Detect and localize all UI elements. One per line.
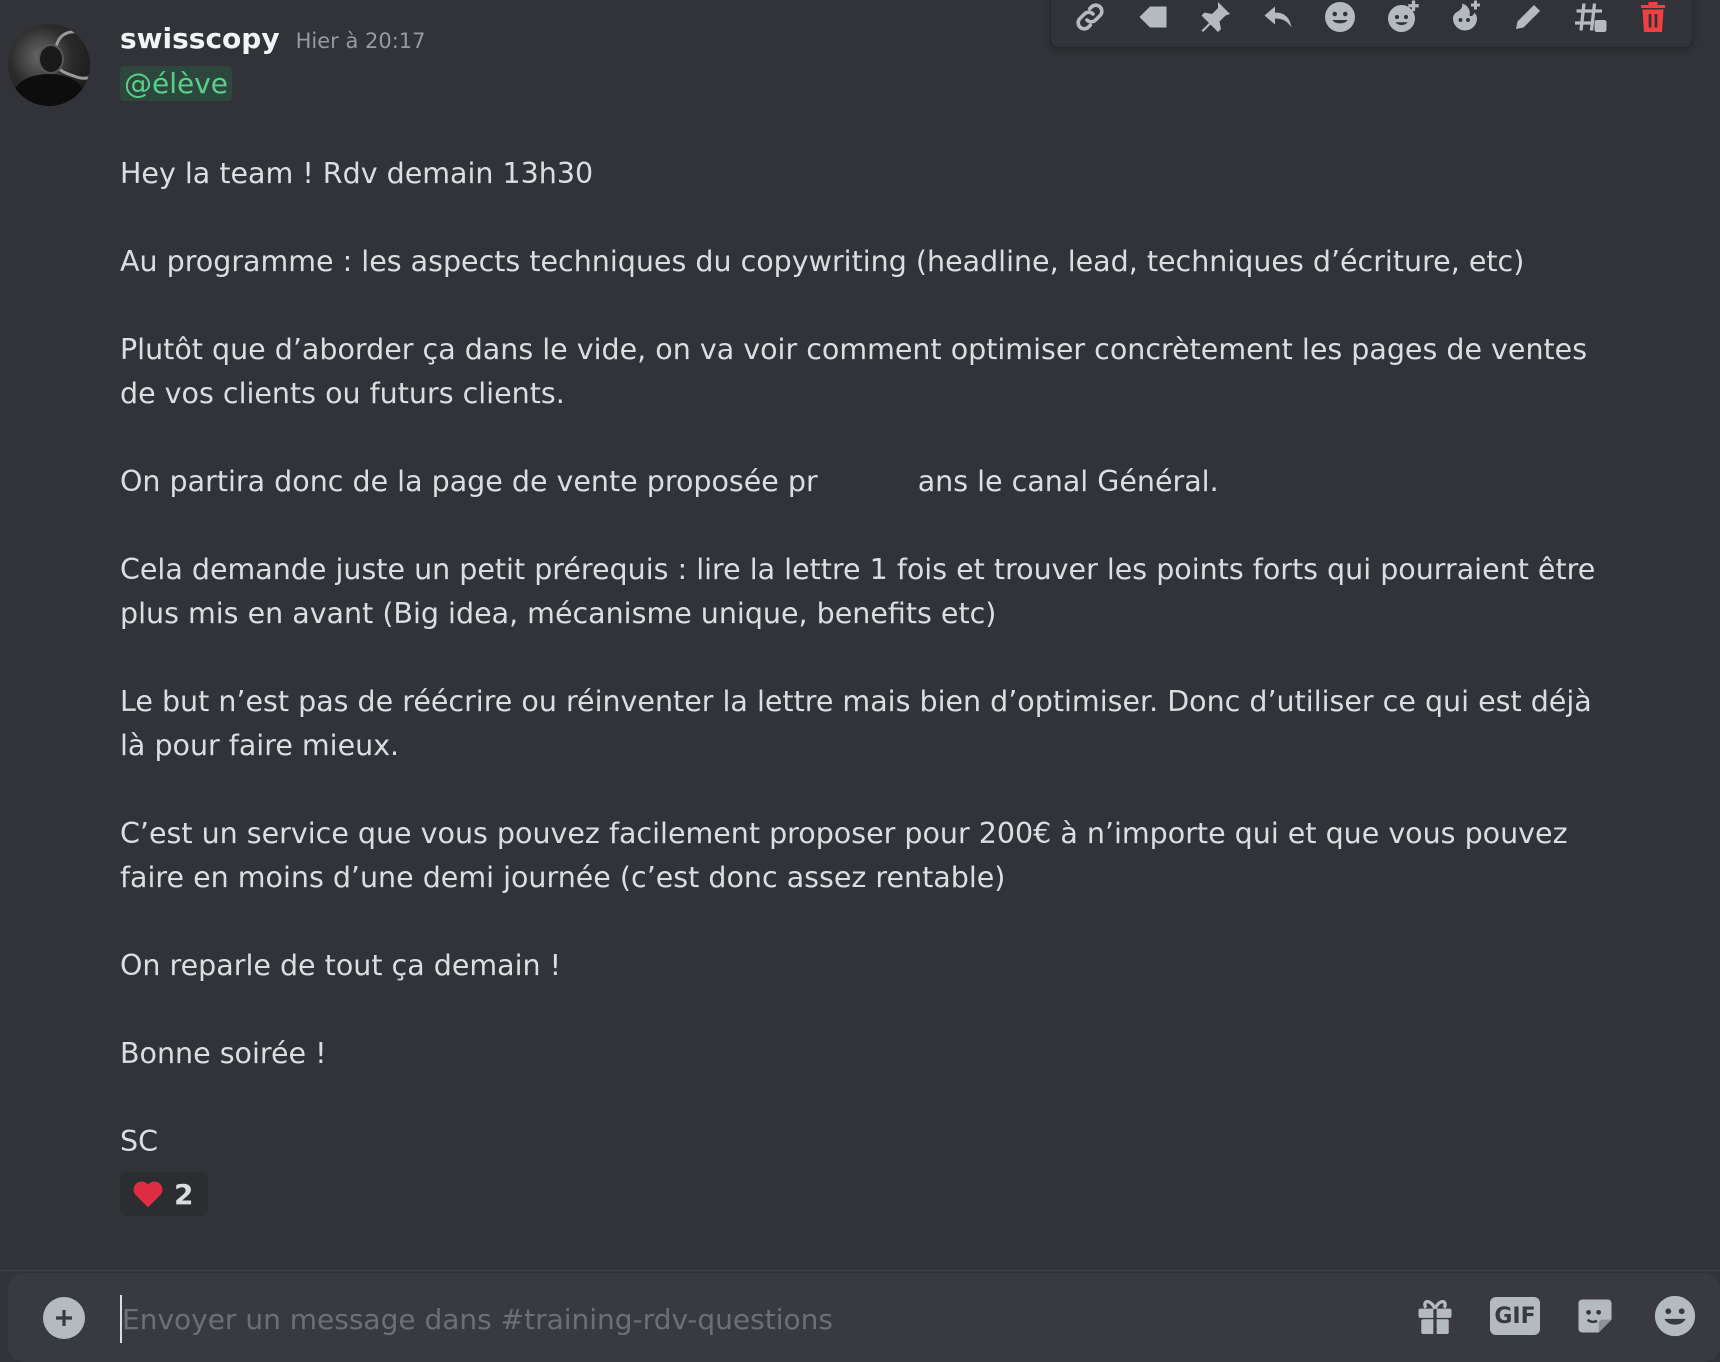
- message-line: Au programme : les aspects techniques du…: [120, 245, 1525, 278]
- copy-link-button[interactable]: [1066, 0, 1114, 41]
- message-line: On partira donc de la page de vente prop…: [120, 460, 1600, 504]
- composer-actions: GIF: [1410, 1291, 1700, 1341]
- username[interactable]: swisscopy: [120, 22, 280, 55]
- message-input[interactable]: [120, 1295, 1374, 1343]
- delete-icon: [1640, 2, 1665, 32]
- date-divider: [0, 1270, 1720, 1271]
- message-line: On reparle de tout ça demain !: [120, 949, 562, 982]
- tag-icon: [1139, 6, 1167, 28]
- message-body: Hey la team ! Rdv demain 13h30 Au progra…: [120, 152, 1600, 1164]
- reaction-count: 2: [174, 1177, 194, 1211]
- gift-button[interactable]: [1410, 1291, 1460, 1341]
- role-mention[interactable]: @élève: [120, 66, 233, 101]
- reply-icon: [1264, 6, 1292, 28]
- gift-icon: [1418, 1300, 1452, 1335]
- add-reaction-button[interactable]: [1379, 0, 1427, 41]
- sticker-icon: [1578, 1299, 1612, 1333]
- link-icon: [1076, 3, 1104, 31]
- emoji-icon: [1325, 2, 1356, 32]
- reaction-heart[interactable]: 2: [120, 1172, 208, 1216]
- message-line: Bonne soirée !: [120, 1037, 327, 1070]
- edit-button[interactable]: [1504, 0, 1552, 41]
- add-reaction-icon: [1387, 0, 1419, 32]
- pin-icon: [1201, 2, 1231, 32]
- message-text: ans le canal Général.: [917, 465, 1219, 498]
- super-reaction-button[interactable]: [1441, 0, 1489, 41]
- react-button[interactable]: [1316, 0, 1364, 41]
- message-line: Plutôt que d’aborder ça dans le vide, on…: [120, 333, 1588, 410]
- super-reaction-icon: [1453, 0, 1481, 31]
- apps-tag-button[interactable]: [1129, 0, 1177, 41]
- reply-button[interactable]: [1254, 0, 1302, 41]
- upload-button[interactable]: [43, 1297, 85, 1339]
- message-header: swisscopy Hier à 20:17: [120, 22, 426, 55]
- message-actions-toolbar: [1050, 0, 1693, 48]
- delete-button[interactable]: [1629, 0, 1677, 41]
- message-text: On partira donc de la page de vente prop…: [120, 465, 818, 498]
- edit-icon: [1515, 5, 1540, 29]
- heart-icon: [133, 1181, 163, 1208]
- message-line: Hey la team ! Rdv demain 13h30: [120, 157, 594, 190]
- message-line: SC: [120, 1125, 158, 1158]
- thread-icon: [1575, 3, 1607, 32]
- message-line: Cela demande juste un petit prérequis : …: [120, 553, 1596, 630]
- message-composer: GIF: [8, 1273, 1720, 1362]
- emoji-icon: [1654, 1295, 1696, 1337]
- message-timestamp: Hier à 20:17: [295, 29, 426, 53]
- emoji-picker-button[interactable]: [1650, 1291, 1700, 1341]
- sticker-button[interactable]: [1570, 1291, 1620, 1341]
- chat-view: swisscopy Hier à 20:17 @élève Hey la tea…: [0, 0, 1720, 1362]
- gif-button[interactable]: GIF: [1490, 1291, 1540, 1341]
- pin-button[interactable]: [1191, 0, 1239, 41]
- gif-icon: GIF: [1490, 1297, 1540, 1335]
- message-line: C’est un service que vous pouvez facilem…: [120, 817, 1568, 894]
- create-thread-button[interactable]: [1566, 0, 1614, 41]
- message-line: Le but n’est pas de réécrire ou réinvent…: [120, 685, 1592, 762]
- avatar[interactable]: [8, 24, 90, 106]
- plus-icon: [56, 1310, 72, 1326]
